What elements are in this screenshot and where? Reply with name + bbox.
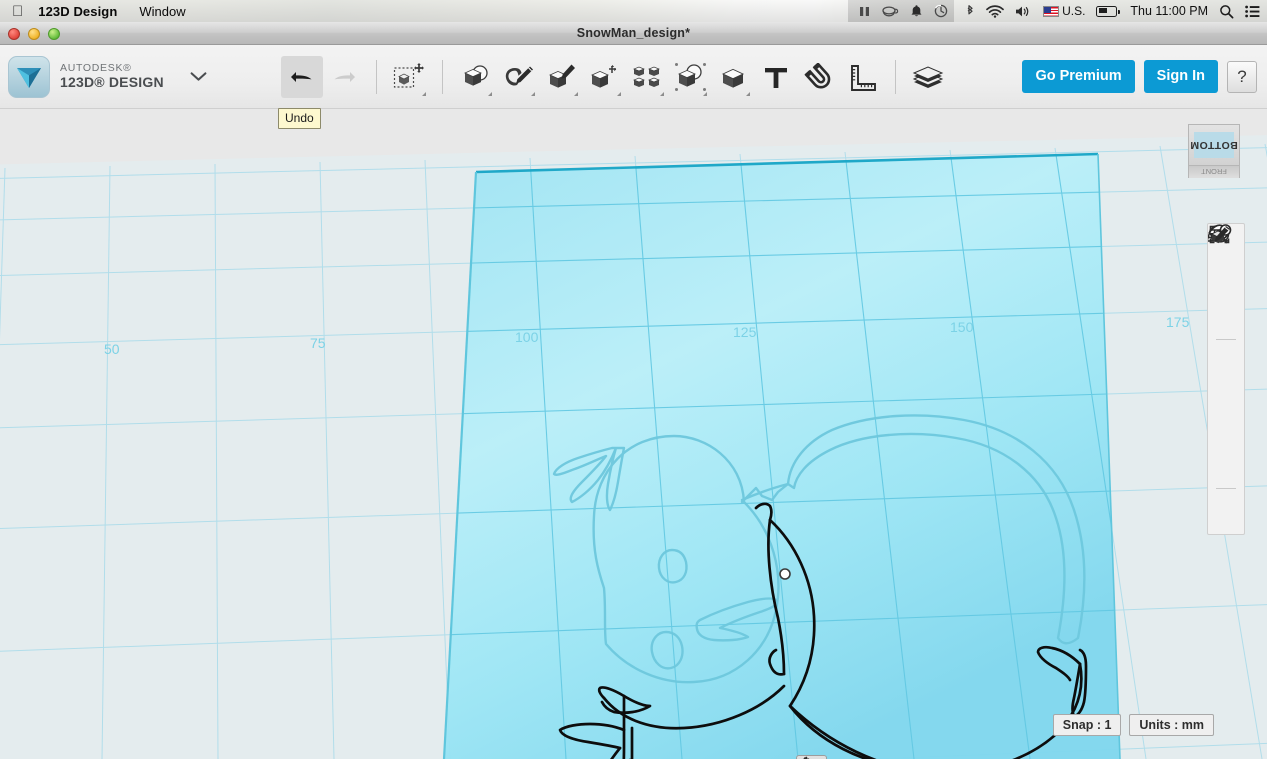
svg-text:100: 100 [515,329,539,345]
coffee-cup-icon[interactable] [882,5,899,18]
sign-in-button[interactable]: Sign In [1143,60,1218,93]
view-cube-face[interactable]: BOTTOM [1188,124,1240,166]
menu-bar-status-area: U.S. Thu 11:00 PM [848,0,1267,22]
input-source-label: U.S. [1062,4,1086,18]
go-premium-button[interactable]: Go Premium [1022,60,1135,93]
search-icon[interactable] [1219,4,1234,19]
viewport-scene: 50 75 100 125 150 175 [0,110,1267,759]
construct-tool[interactable] [540,52,583,102]
app-window:  123D Design Window [0,0,1267,759]
units-badge[interactable]: Units : mm [1129,714,1214,736]
snap-badge[interactable]: Snap : 1 [1052,714,1122,736]
redo-button[interactable] [323,56,365,98]
nav-divider-2 [1216,488,1236,489]
transform-tool[interactable] [388,52,431,102]
toolbar-divider [375,59,377,94]
bluetooth-icon[interactable] [965,4,975,18]
time-machine-icon[interactable] [934,4,948,18]
wifi-icon[interactable] [986,4,1004,18]
modify-tool[interactable] [583,52,626,102]
menu-bar-clock[interactable]: Thu 11:00 PM [1130,4,1208,18]
text-tool[interactable] [755,52,798,102]
3d-viewport[interactable]: 50 75 100 125 150 175 BOTTOM FRONT Snap … [0,110,1267,759]
notification-center-icon[interactable] [1245,5,1260,18]
macos-menu-bar:  123D Design Window [0,0,1267,22]
undo-tooltip: Undo [278,108,321,129]
grid-settings-button[interactable] [1208,224,1246,484]
primitives-tool[interactable] [454,52,497,102]
svg-text:175: 175 [1166,314,1190,330]
menu-item-window[interactable]: Window [139,4,185,19]
toolbar-divider-2 [441,59,443,94]
toolbar-divider-3 [894,59,896,94]
us-flag-icon [1043,5,1060,17]
nav-divider-1 [1216,339,1236,340]
display-mode-button[interactable] [1208,225,1246,414]
measure-tool[interactable] [841,52,884,102]
chevron-down-icon[interactable] [190,71,207,82]
window-title-bar: SnowMan_design* [0,22,1267,45]
view-cube-base[interactable]: FRONT [1188,165,1240,178]
input-source-indicator[interactable]: U.S. [1043,4,1085,18]
sketch-tool[interactable] [497,52,540,102]
snap-tool[interactable] [798,52,841,102]
visibility-button[interactable] [1208,224,1246,449]
materials-tool[interactable] [907,52,950,102]
help-button[interactable]: ? [1227,60,1257,93]
minimize-button[interactable] [28,28,40,40]
brand-area[interactable]: AUTODESK® 123D® DESIGN [8,55,207,98]
svg-text:75: 75 [310,335,326,351]
brand-text: AUTODESK® 123D® DESIGN [60,61,164,90]
app-toolbar: AUTODESK® 123D® DESIGN Go Premium Sign I… [0,45,1267,109]
sketch-settings-gear-button[interactable] [796,755,827,759]
brand-line-1: AUTODESK® [60,61,132,74]
menu-bar-shaded-group [848,0,955,22]
autodesk-123d-logo-icon [8,55,50,98]
menu-app-name[interactable]: 123D Design [38,4,117,19]
grouping-tool[interactable] [669,52,712,102]
battery-icon[interactable] [1096,5,1121,17]
view-navigation-bar [1207,223,1245,535]
close-button[interactable] [8,28,20,40]
pause-icon[interactable] [858,5,871,18]
svg-text:50: 50 [104,341,120,357]
sketch-vertex-handle [779,568,791,580]
brand-line-2: 123D® DESIGN [60,73,164,90]
pattern-tool[interactable] [626,52,669,102]
fit-view-button[interactable] [1208,225,1246,379]
zoom-tool-button[interactable] [1208,225,1246,335]
toolbar-account-area: Go Premium Sign In ? [1013,60,1267,93]
materials-button[interactable] [1208,226,1246,528]
combine-tool[interactable] [712,52,755,102]
view-cube-label: BOTTOM [1190,139,1238,151]
svg-text:150: 150 [950,319,974,335]
view-cube[interactable]: BOTTOM FRONT [1188,124,1240,178]
window-controls [8,28,60,40]
undo-button[interactable] [280,55,323,98]
apple-logo-icon[interactable]:  [12,4,23,19]
svg-text:125: 125 [733,324,757,340]
orbit-tool-button[interactable] [1208,226,1246,300]
bell-icon[interactable] [910,4,923,18]
window-title: SnowMan_design* [576,26,691,40]
status-bar: Snap : 1 Units : mm [1052,714,1214,736]
volume-icon[interactable] [1015,5,1032,18]
zoom-button[interactable] [48,28,60,40]
